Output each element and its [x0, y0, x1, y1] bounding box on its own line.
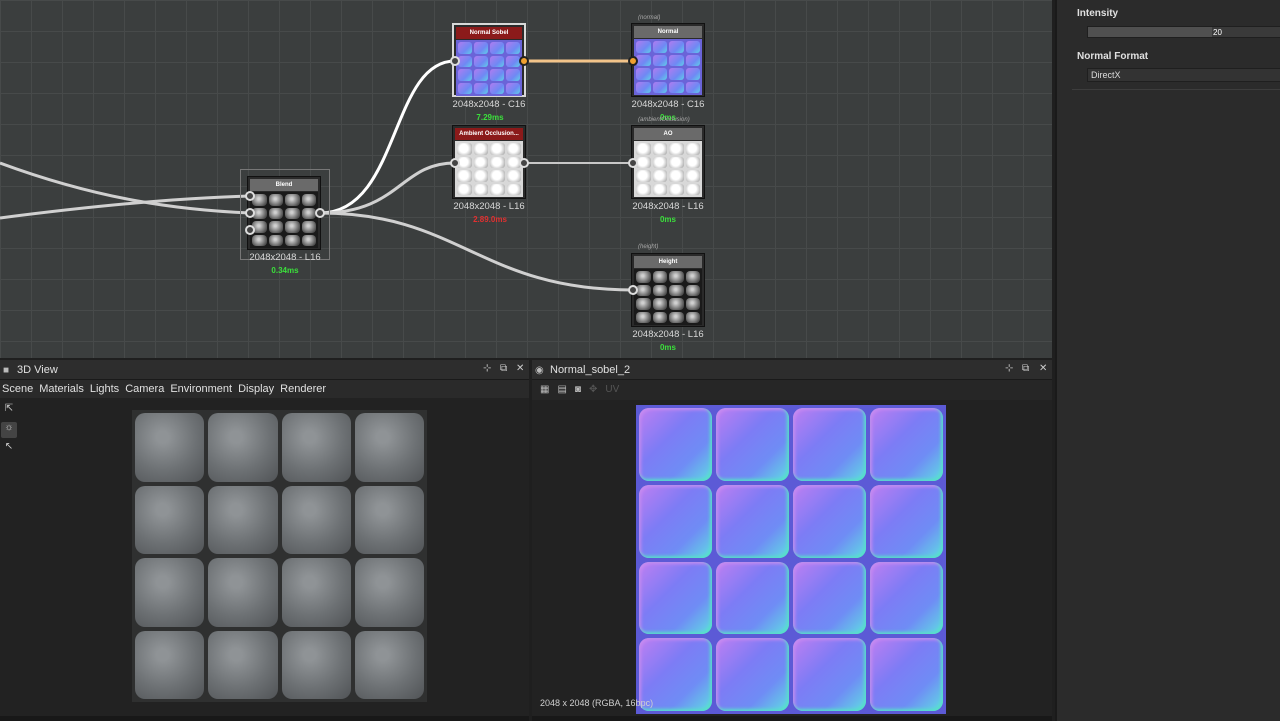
2d-view-scrollbar[interactable] — [532, 716, 1052, 721]
3d-view-menubar: Scene Materials Lights Camera Environmen… — [0, 380, 529, 398]
light-tool-icon[interactable]: ☼ — [1, 422, 17, 438]
cube-icon: ■ — [3, 365, 10, 376]
ambient-occlusion-input-port[interactable] — [450, 158, 460, 168]
pin-icon[interactable]: ⊹ — [483, 363, 491, 374]
properties-divider — [1072, 89, 1280, 90]
menu-lights[interactable]: Lights — [90, 380, 119, 398]
float-icon[interactable]: ⧉ — [1022, 363, 1029, 374]
float-icon[interactable]: ⧉ — [500, 363, 507, 374]
blend-input-port-3[interactable] — [245, 225, 255, 235]
blend-node-time: 0.34ms — [271, 266, 299, 275]
intensity-label: Intensity — [1077, 8, 1119, 19]
height-output-title: Height — [634, 256, 702, 268]
normal-sobel-node[interactable]: Normal Sobel — [452, 23, 526, 97]
normal-sobel-time: 7.29ms — [476, 113, 504, 122]
uv-toggle[interactable]: UV — [605, 380, 619, 400]
wire-blend-height — [319, 211, 634, 292]
height-output-node[interactable]: Height — [631, 253, 705, 327]
camera-icon: ◉ — [535, 365, 544, 376]
ao-output-input-port[interactable] — [628, 158, 638, 168]
normal-sobel-thumbnail — [456, 40, 522, 96]
normal-output-node[interactable]: Normal — [631, 23, 705, 97]
ao-output-time: 0ms — [659, 215, 676, 224]
normal-format-dropdown[interactable]: DirectX — [1087, 68, 1280, 82]
properties-panel: Intensity 20 Normal Format DirectX — [1055, 0, 1280, 721]
intensity-value: 20 — [1213, 28, 1222, 37]
ao-output-title: AO — [634, 128, 702, 140]
3d-viewport-preview[interactable] — [132, 410, 427, 702]
normal-sobel-input-port[interactable] — [450, 56, 460, 66]
ao-output-thumbnail — [634, 141, 702, 197]
normal-sobel-size: 2048x2048 - C16 — [452, 99, 526, 110]
close-icon[interactable]: ✕ — [516, 363, 524, 374]
snapshot-icon[interactable]: ◙ — [575, 380, 581, 400]
blend-node-thumbnail — [250, 192, 318, 248]
graph-wires — [0, 59, 634, 292]
ao-output-node[interactable]: AO — [631, 125, 705, 199]
wire-blend-normal — [319, 59, 456, 215]
2d-view-status: 2048 x 2048 (RGBA, 16bpc) — [540, 698, 654, 708]
normal-output-thumbnail — [634, 39, 702, 95]
3d-view-scrollbar[interactable] — [0, 716, 529, 721]
wire-input-a — [0, 161, 251, 215]
height-output-size: 2048x2048 - L16 — [632, 329, 704, 340]
height-output-input-port[interactable] — [628, 285, 638, 295]
ao-output-size: 2048x2048 - L16 — [632, 201, 704, 212]
ambient-occlusion-thumbnail — [455, 141, 523, 197]
normal-output-tag: (normal) — [638, 15, 661, 21]
menu-display[interactable]: Display — [238, 380, 274, 398]
menu-materials[interactable]: Materials — [39, 380, 84, 398]
2d-view-toolbar: ▦ ▤ ◙ ✥ UV — [532, 380, 1052, 400]
menu-environment[interactable]: Environment — [170, 380, 232, 398]
blend-output-port[interactable] — [315, 208, 325, 218]
ao-output-tag: (ambientOcclusion) — [638, 117, 690, 123]
3d-view-header: ■ 3D View ⊹ ⧉ ✕ — [0, 360, 529, 380]
ambient-occlusion-node[interactable]: Ambient Occlusion... — [452, 125, 526, 199]
menu-scene[interactable]: Scene — [2, 380, 33, 398]
move-icon[interactable]: ✥ — [589, 380, 597, 400]
channels-icon[interactable]: ▦ — [540, 380, 549, 400]
pin-icon[interactable]: ⊹ — [1005, 363, 1013, 374]
normal-output-size: 2048x2048 - C16 — [631, 99, 705, 110]
3d-view-title: 3D View — [17, 364, 58, 376]
normal-sobel-output-port[interactable] — [519, 56, 529, 66]
normal-output-title: Normal — [634, 26, 702, 38]
export-icon[interactable]: ⇱ — [1, 403, 17, 419]
3d-view-toolbar: ⇱ ☼ ↖ — [0, 400, 20, 457]
ambient-occlusion-output-port[interactable] — [519, 158, 529, 168]
ambient-occlusion-node-title: Ambient Occlusion... — [455, 128, 523, 140]
app-window: Blend 2048x2048 - L16 0.34ms Normal Sobe… — [0, 0, 1280, 721]
2d-view-header: ◉ Normal_sobel_2 ⊹ ⧉ ✕ — [532, 360, 1052, 380]
menu-camera[interactable]: Camera — [125, 380, 164, 398]
ambient-occlusion-size: 2048x2048 - L16 — [453, 201, 525, 212]
node-graph-canvas[interactable]: Blend 2048x2048 - L16 0.34ms Normal Sobe… — [0, 0, 1052, 358]
close-icon[interactable]: ✕ — [1039, 363, 1047, 374]
normal-sobel-node-title: Normal Sobel — [456, 27, 522, 39]
select-tool-icon[interactable]: ↖ — [1, 441, 17, 457]
intensity-slider[interactable]: 20 — [1087, 26, 1280, 38]
blend-node[interactable]: Blend — [247, 176, 321, 250]
height-output-time: 0ms — [659, 343, 676, 352]
2d-view-title: Normal_sobel_2 — [550, 364, 631, 376]
height-output-tag: (height) — [638, 244, 659, 250]
menu-renderer[interactable]: Renderer — [280, 380, 326, 398]
blend-input-port-2[interactable] — [245, 208, 255, 218]
normal-map-preview[interactable] — [636, 405, 946, 714]
height-output-thumbnail — [634, 269, 702, 325]
save-icon[interactable]: ▤ — [557, 380, 566, 400]
normal-format-label: Normal Format — [1077, 51, 1149, 62]
normal-output-input-port[interactable] — [628, 56, 638, 66]
blend-input-port-1[interactable] — [245, 191, 255, 201]
blend-node-size: 2048x2048 - L16 — [249, 252, 321, 263]
intensity-slider-fill — [1088, 27, 1212, 37]
blend-node-title: Blend — [250, 179, 318, 191]
ambient-occlusion-time: 2.89.0ms — [473, 215, 507, 224]
